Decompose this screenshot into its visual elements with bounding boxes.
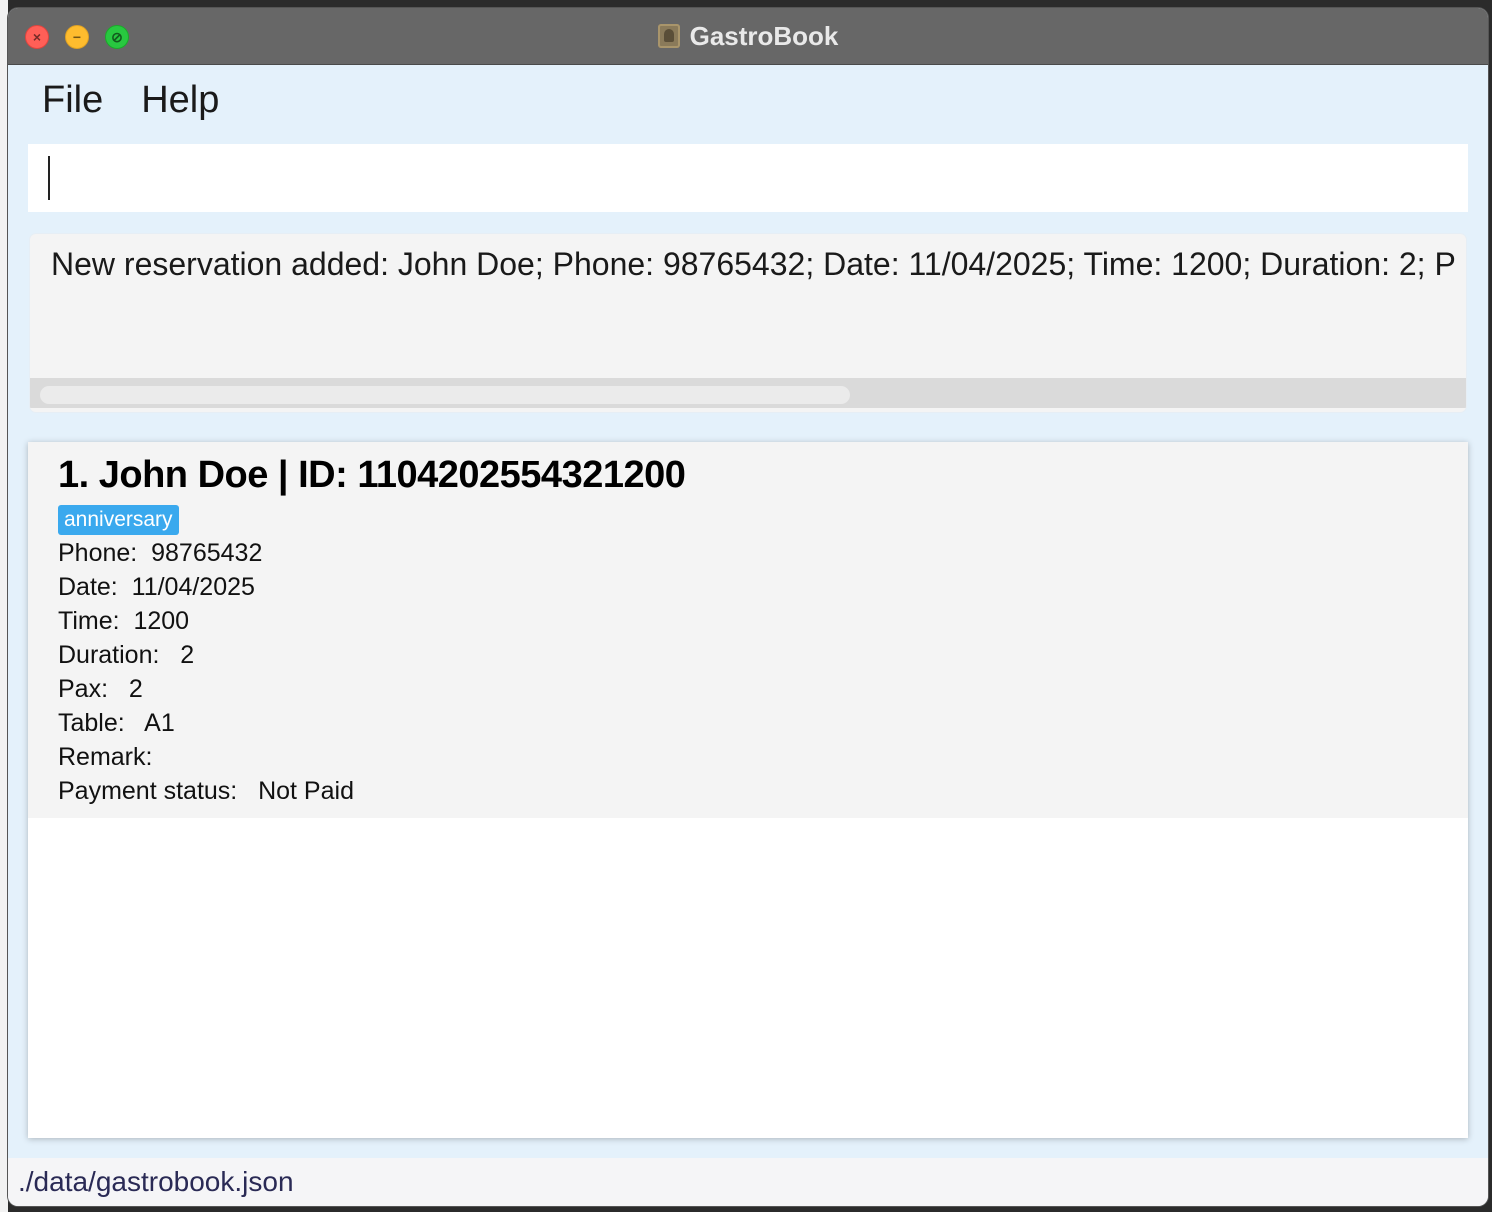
result-message: New reservation added: John Doe; Phone: … <box>51 246 1456 282</box>
data-file-path: ./data/gastrobook.json <box>18 1166 294 1197</box>
reservation-remark: Remark: <box>58 743 153 771</box>
app-window: × − ⊘ GastroBook File Help New reservati… <box>8 8 1488 1206</box>
menu-bar: File Help <box>8 65 1488 135</box>
command-box <box>28 144 1468 212</box>
reservation-duration: Duration: 2 <box>58 641 195 669</box>
scrollbar-thumb[interactable] <box>40 386 850 404</box>
desktop-background-left <box>0 0 8 1212</box>
reservation-payment-status: Payment status: Not Paid <box>58 777 354 805</box>
menu-file[interactable]: File <box>42 79 103 122</box>
status-bar: ./data/gastrobook.json <box>8 1158 1488 1206</box>
horizontal-scrollbar[interactable] <box>30 378 1466 408</box>
reservation-date: Date: 11/04/2025 <box>58 573 255 601</box>
window-title-group: GastroBook <box>8 8 1488 64</box>
title-bar: × − ⊘ GastroBook <box>8 8 1488 65</box>
menu-help[interactable]: Help <box>141 79 219 122</box>
app-icon <box>657 24 680 48</box>
reservation-phone: Phone: 98765432 <box>58 539 263 567</box>
text-caret <box>48 156 50 200</box>
command-input[interactable] <box>48 156 1448 200</box>
reservation-table: Table: A1 <box>58 709 175 737</box>
reservation-tag: anniversary <box>58 505 179 535</box>
result-display: New reservation added: John Doe; Phone: … <box>30 234 1466 412</box>
window-title: GastroBook <box>689 20 839 51</box>
reservation-title: 1. John Doe | ID: 1104202554321200 <box>58 454 686 496</box>
reservation-card[interactable]: 1. John Doe | ID: 1104202554321200 anniv… <box>28 442 1468 818</box>
reservation-pax: Pax: 2 <box>58 675 143 703</box>
reservation-list: 1. John Doe | ID: 1104202554321200 anniv… <box>28 442 1468 1138</box>
reservation-time: Time: 1200 <box>58 607 190 635</box>
